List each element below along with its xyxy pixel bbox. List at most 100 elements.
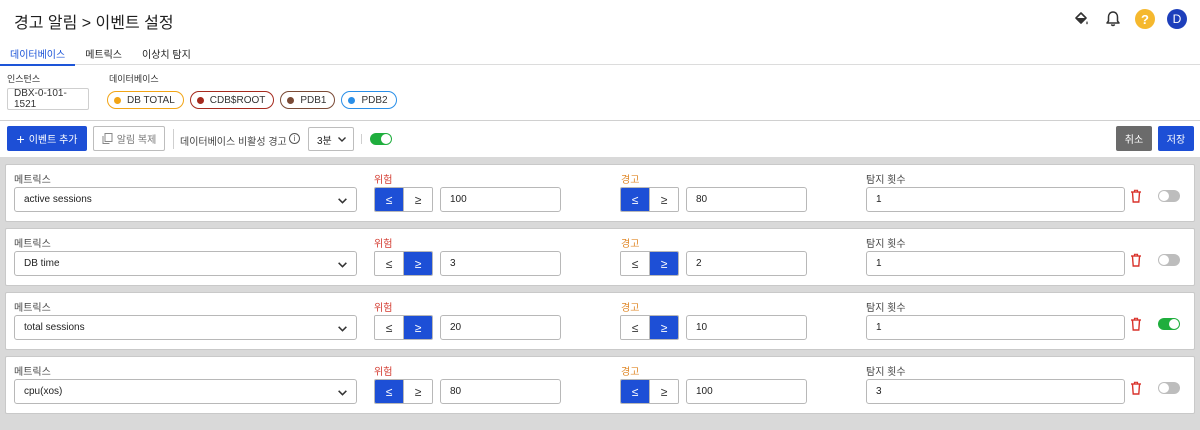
warning-operator-group: ≤ ≥	[620, 251, 679, 276]
warning-label: 경고	[621, 367, 640, 378]
rule-card: 메트릭스 위험 경고 탐지 횟수 active sessions ≤ ≥ 100…	[5, 164, 1195, 222]
less-equal-button[interactable]: ≤	[621, 252, 649, 275]
toggle-knob	[1169, 319, 1179, 329]
metric-label: 메트릭스	[14, 303, 51, 314]
help-icon[interactable]: ?	[1134, 8, 1156, 30]
rule-enable-toggle[interactable]	[1158, 318, 1180, 330]
copy-alert-button[interactable]: 알림 복제	[93, 126, 165, 151]
instance-selector[interactable]: DBX-0-101-1521	[7, 88, 89, 110]
trash-icon[interactable]	[1130, 189, 1142, 203]
danger-value-input[interactable]: 100	[440, 187, 561, 212]
metric-select[interactable]: active sessions	[14, 187, 357, 212]
danger-label: 위험	[374, 303, 393, 314]
chevron-down-icon	[338, 390, 347, 396]
chevron-down-icon	[338, 262, 347, 268]
trash-icon[interactable]	[1130, 381, 1142, 395]
rules-list: 메트릭스 위험 경고 탐지 횟수 active sessions ≤ ≥ 100…	[0, 157, 1200, 430]
warning-operator-group: ≤ ≥	[620, 379, 679, 404]
tab-database[interactable]: 데이터베이스	[0, 40, 76, 66]
help-badge: ?	[1135, 9, 1155, 29]
greater-equal-button[interactable]: ≥	[649, 380, 678, 403]
warning-label: 경고	[621, 175, 640, 186]
metric-value: active sessions	[24, 194, 92, 205]
danger-value-input[interactable]: 20	[440, 315, 561, 340]
rule-enable-toggle[interactable]	[1158, 254, 1180, 266]
database-chip-pdb2[interactable]: PDB2	[341, 91, 397, 109]
tab-metrics[interactable]: 메트릭스	[75, 40, 132, 65]
detection-count-input[interactable]: 3	[866, 379, 1125, 404]
less-equal-button[interactable]: ≤	[621, 380, 649, 403]
greater-equal-button[interactable]: ≥	[649, 252, 678, 275]
add-event-button[interactable]: + 이벤트 추가	[7, 126, 87, 151]
greater-equal-button[interactable]: ≥	[403, 252, 432, 275]
count-label: 탐지 횟수	[866, 239, 906, 250]
chevron-down-icon	[338, 137, 346, 142]
chip-label: CDB$ROOT	[209, 94, 266, 106]
database-chip-db-total[interactable]: DB TOTAL	[107, 91, 184, 109]
database-chip-cdb-root[interactable]: CDB$ROOT	[189, 91, 275, 109]
rule-enable-toggle[interactable]	[1158, 382, 1180, 394]
trash-icon[interactable]	[1130, 253, 1142, 267]
rule-enable-toggle[interactable]	[1158, 190, 1180, 202]
warning-value-input[interactable]: 10	[686, 315, 807, 340]
metric-select[interactable]: total sessions	[14, 315, 357, 340]
copy-icon	[102, 133, 113, 144]
avatar: D	[1167, 9, 1187, 29]
danger-value-input[interactable]: 3	[440, 251, 561, 276]
less-equal-button[interactable]: ≤	[375, 380, 403, 403]
page-header: 경고 알림 > 이벤트 설정 ? D	[0, 0, 1200, 40]
toolbar: + 이벤트 추가 알림 복제 데이터베이스 비활성 경고 i 3분 취소 저장	[0, 121, 1200, 157]
detection-count-input[interactable]: 1	[866, 251, 1125, 276]
cancel-button[interactable]: 취소	[1116, 126, 1152, 151]
less-equal-button[interactable]: ≤	[621, 316, 649, 339]
detection-count-input[interactable]: 1	[866, 315, 1125, 340]
database-chip-list: DB TOTAL CDB$ROOT PDB1 PDB2	[107, 91, 397, 109]
metric-select[interactable]: DB time	[14, 251, 357, 276]
greater-equal-button[interactable]: ≥	[649, 188, 678, 211]
metric-value: cpu(xos)	[24, 386, 63, 397]
warning-label: 경고	[621, 239, 640, 250]
filter-section: 인스턴스 DBX-0-101-1521 데이터베이스 DB TOTAL CDB$…	[0, 66, 1200, 120]
tab-anomaly-detection[interactable]: 이상치 탐지	[132, 40, 201, 65]
toggle-knob	[381, 134, 391, 144]
rule-card: 메트릭스 위험 경고 탐지 횟수 cpu(xos) ≤ ≥ 80 ≤ ≥ 100…	[5, 356, 1195, 414]
less-equal-button[interactable]: ≤	[375, 252, 403, 275]
metric-label: 메트릭스	[14, 367, 51, 378]
info-icon[interactable]: i	[289, 133, 300, 144]
count-label: 탐지 횟수	[866, 367, 906, 378]
greater-equal-button[interactable]: ≥	[403, 188, 432, 211]
less-equal-button[interactable]: ≤	[375, 188, 403, 211]
greater-equal-button[interactable]: ≥	[403, 316, 432, 339]
detection-count-input[interactable]: 1	[866, 187, 1125, 212]
danger-value-input[interactable]: 80	[440, 379, 561, 404]
less-equal-button[interactable]: ≤	[621, 188, 649, 211]
danger-label: 위험	[374, 175, 393, 186]
metric-select[interactable]: cpu(xos)	[14, 379, 357, 404]
less-equal-button[interactable]: ≤	[375, 316, 403, 339]
paint-bucket-icon[interactable]	[1070, 8, 1092, 30]
metric-value: DB time	[24, 258, 60, 269]
trash-icon[interactable]	[1130, 317, 1142, 331]
count-label: 탐지 횟수	[866, 303, 906, 314]
bell-icon[interactable]	[1102, 8, 1124, 30]
page-title: 경고 알림 > 이벤트 설정	[14, 15, 174, 32]
save-button[interactable]: 저장	[1158, 126, 1194, 151]
chip-color-dot	[348, 96, 356, 104]
warning-value-input[interactable]: 2	[686, 251, 807, 276]
count-label: 탐지 횟수	[866, 175, 906, 186]
inactive-alert-toggle[interactable]	[370, 133, 392, 145]
avatar-button[interactable]: D	[1166, 8, 1188, 30]
database-chip-pdb1[interactable]: PDB1	[280, 91, 336, 109]
toggle-knob	[1159, 383, 1169, 393]
chip-color-dot	[287, 96, 295, 104]
warning-value-input[interactable]: 80	[686, 187, 807, 212]
warning-value-input[interactable]: 100	[686, 379, 807, 404]
danger-operator-group: ≤ ≥	[374, 187, 433, 212]
add-event-label: 이벤트 추가	[28, 135, 78, 146]
danger-label: 위험	[374, 367, 393, 378]
toggle-knob	[1159, 191, 1169, 201]
greater-equal-button[interactable]: ≥	[649, 316, 678, 339]
greater-equal-button[interactable]: ≥	[403, 380, 432, 403]
rule-card: 메트릭스 위험 경고 탐지 횟수 DB time ≤ ≥ 3 ≤ ≥ 2 1	[5, 228, 1195, 286]
interval-select[interactable]: 3분	[308, 127, 354, 151]
